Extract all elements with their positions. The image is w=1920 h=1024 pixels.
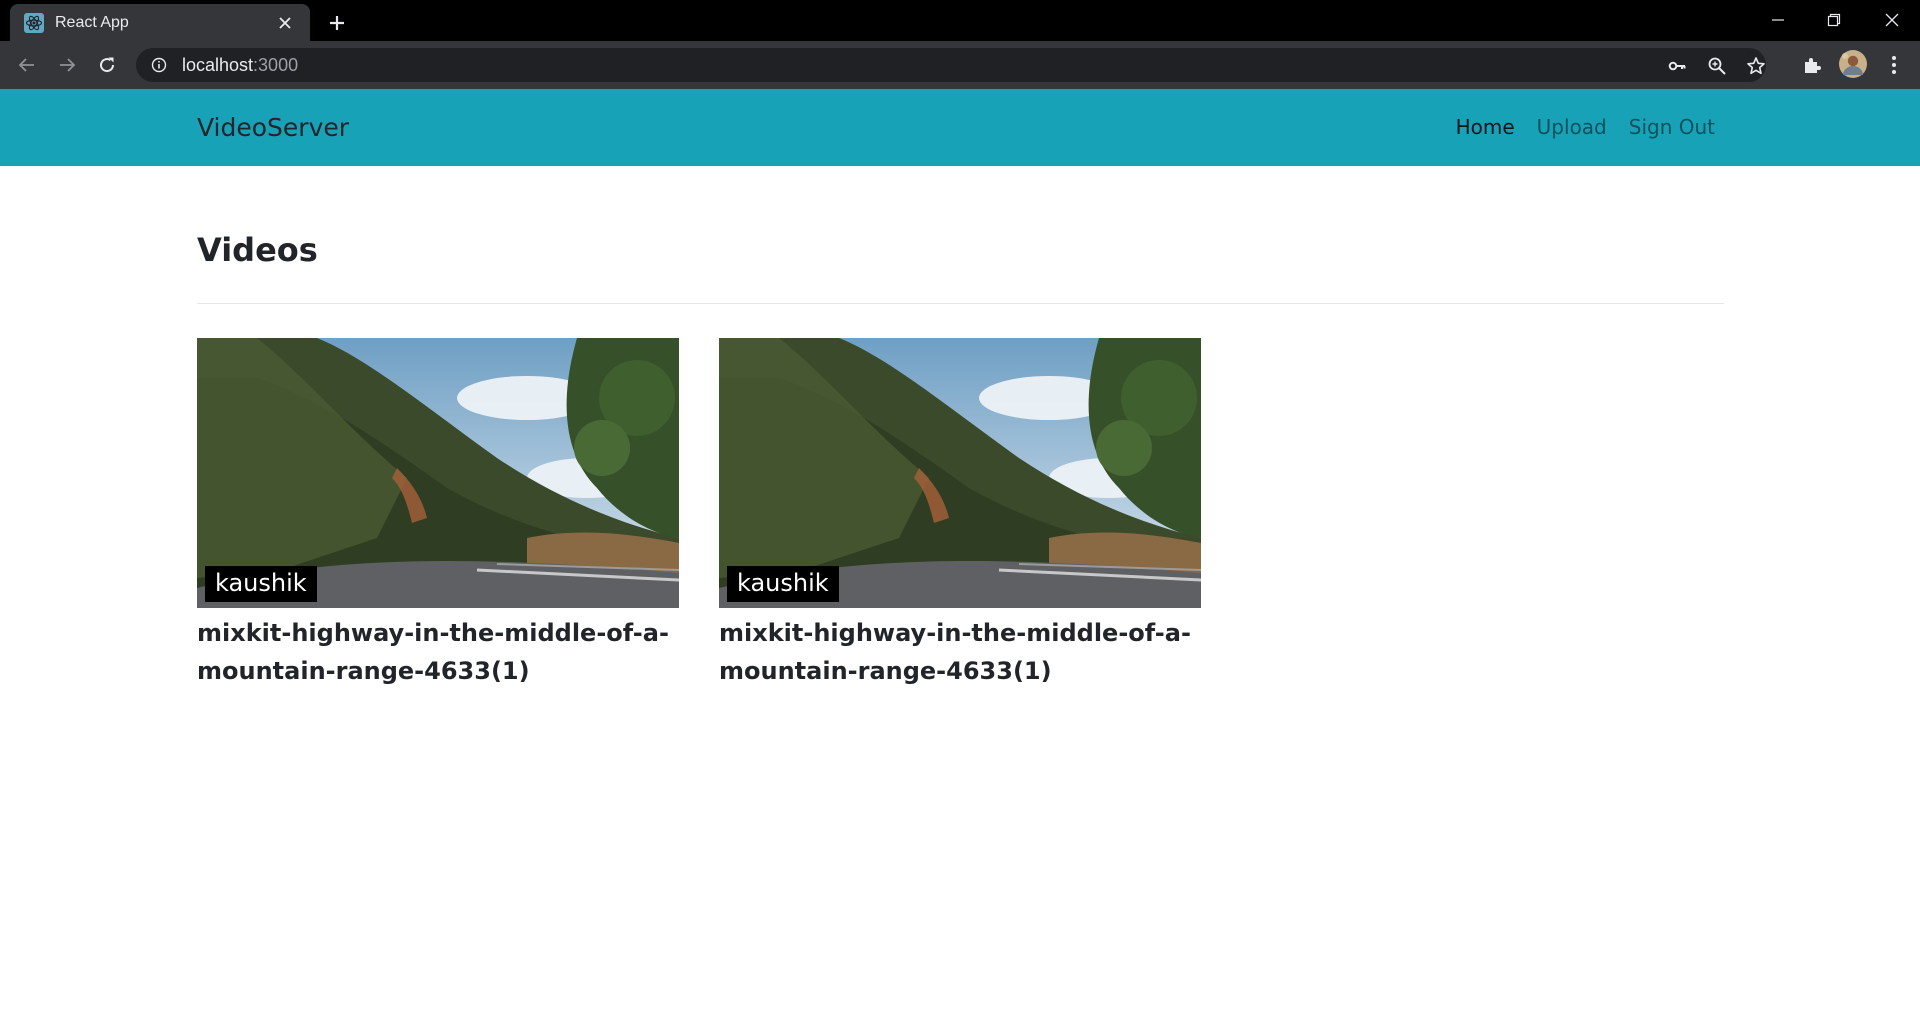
video-thumbnail[interactable]: kaushik bbox=[197, 338, 679, 608]
nav-upload-link[interactable]: Upload bbox=[1537, 115, 1607, 139]
video-thumbnail[interactable]: kaushik bbox=[719, 338, 1201, 608]
divider bbox=[197, 303, 1724, 304]
window-close-icon[interactable] bbox=[1864, 0, 1920, 40]
video-title[interactable]: mixkit-highway-in-the-middle-of-a-mounta… bbox=[197, 614, 679, 690]
puzzle-icon[interactable] bbox=[1797, 50, 1827, 80]
url-host: localhost bbox=[182, 54, 254, 75]
reload-icon[interactable] bbox=[91, 49, 123, 81]
info-icon[interactable] bbox=[150, 56, 168, 74]
brand-logo[interactable]: VideoServer bbox=[197, 113, 349, 142]
page-content: VideoServer Home Upload Sign Out Videos bbox=[0, 89, 1920, 1024]
browser-tab[interactable]: React App bbox=[10, 4, 310, 41]
star-icon[interactable] bbox=[1745, 55, 1767, 77]
key-icon[interactable] bbox=[1666, 55, 1688, 77]
video-owner-badge: kaushik bbox=[727, 566, 839, 602]
plus-icon[interactable] bbox=[322, 8, 352, 38]
restore-icon[interactable] bbox=[1806, 0, 1862, 40]
browser-toolbar: localhost:3000 bbox=[0, 41, 1920, 89]
avatar[interactable] bbox=[1838, 49, 1868, 79]
react-favicon-icon bbox=[24, 12, 44, 33]
back-icon[interactable] bbox=[11, 49, 43, 81]
zoom-icon[interactable] bbox=[1706, 55, 1728, 77]
kebab-menu-icon[interactable] bbox=[1879, 50, 1909, 80]
nav-links: Home Upload Sign Out bbox=[1456, 115, 1715, 139]
address-bar[interactable]: localhost:3000 bbox=[136, 48, 1766, 82]
nav-sign-out-link[interactable]: Sign Out bbox=[1629, 115, 1715, 139]
tab-title: React App bbox=[55, 13, 129, 31]
video-owner-badge: kaushik bbox=[205, 566, 317, 602]
page-title: Videos bbox=[197, 231, 318, 269]
forward-icon[interactable] bbox=[51, 49, 83, 81]
minimize-icon[interactable] bbox=[1750, 0, 1806, 40]
url-port: :3000 bbox=[253, 54, 299, 75]
video-title[interactable]: mixkit-highway-in-the-middle-of-a-mounta… bbox=[719, 614, 1201, 690]
browser-titlebar: React App bbox=[0, 0, 1920, 41]
video-card[interactable]: kaushik mixkit-highway-in-the-middle-of-… bbox=[197, 338, 679, 690]
video-card[interactable]: kaushik mixkit-highway-in-the-middle-of-… bbox=[719, 338, 1201, 690]
app-navbar: VideoServer Home Upload Sign Out bbox=[0, 89, 1920, 166]
nav-home-link[interactable]: Home bbox=[1456, 115, 1515, 139]
close-icon[interactable] bbox=[274, 12, 296, 34]
